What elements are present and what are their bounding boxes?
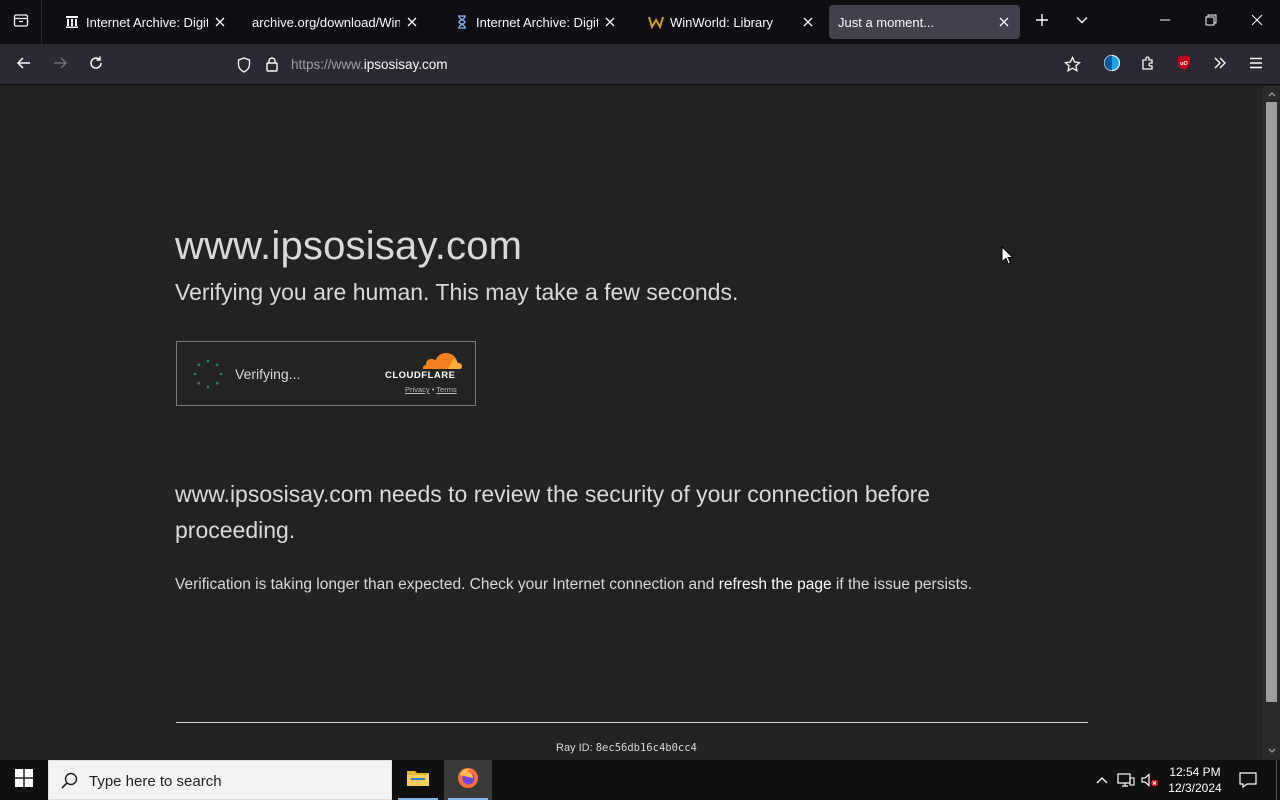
notification-center-icon[interactable] xyxy=(1238,770,1258,790)
list-all-tabs-button[interactable] xyxy=(1068,8,1096,36)
ublock-shield-icon: uO xyxy=(1176,54,1192,76)
tab-title: WinWorld: Library xyxy=(670,14,774,30)
tab-internet-archive-2[interactable]: Internet Archive: Digital Library xyxy=(440,5,626,39)
security-notice: www.ipsosisay.com needs to review the se… xyxy=(175,481,931,543)
ray-id-label: Ray ID: xyxy=(556,742,596,754)
url-scheme: https://www. xyxy=(291,57,364,72)
footer-divider xyxy=(176,722,1088,723)
clock-date: 12/3/2024 xyxy=(1168,781,1222,795)
forward-button[interactable] xyxy=(45,50,75,80)
tab-internet-archive-1[interactable]: Internet Archive: Digital Library xyxy=(50,5,236,39)
verifying-status: Verifying... xyxy=(235,366,301,382)
tab-winworld[interactable]: WinWorld: Library xyxy=(634,5,824,39)
windows-logo-icon xyxy=(15,768,33,792)
close-tab-icon[interactable] xyxy=(996,14,1012,30)
puzzle-piece-icon xyxy=(1140,55,1156,76)
lock-icon[interactable] xyxy=(264,56,280,78)
taskbar-search-box[interactable]: Type here to search xyxy=(48,760,392,800)
delay-text-pre: Verification is taking longer than expec… xyxy=(175,576,719,593)
back-button[interactable] xyxy=(9,50,39,80)
start-button[interactable] xyxy=(0,760,48,800)
double-chevron-right-icon xyxy=(1212,55,1228,76)
cloudflare-brand-text: CLOUDFLARE xyxy=(385,370,456,381)
terms-link[interactable]: Terms xyxy=(436,385,456,394)
url-bar[interactable]: https://www.ipsosisay.com xyxy=(228,49,1094,81)
more-tools-button[interactable] xyxy=(1205,50,1235,80)
verification-delay-message: Verification is taking longer than expec… xyxy=(175,576,972,594)
cloudflare-links: Privacy • Terms xyxy=(405,385,457,394)
close-tab-icon[interactable] xyxy=(404,14,420,30)
arrow-left-icon xyxy=(16,55,32,76)
clock-time: 12:54 PM xyxy=(1169,765,1221,779)
arrow-right-icon xyxy=(52,55,68,76)
loading-spinner-icon xyxy=(193,359,223,389)
chevron-down-icon xyxy=(1075,13,1089,32)
minimize-icon xyxy=(1159,13,1171,31)
close-tab-icon[interactable] xyxy=(800,14,816,30)
page-title: www.ipsosisay.com xyxy=(175,224,523,268)
ray-id: Ray ID: 8ec56db16c4b0cc4 xyxy=(556,742,697,754)
firefox-icon xyxy=(456,766,480,795)
tracking-protection-shield-icon[interactable] xyxy=(236,57,252,78)
archive-building-icon xyxy=(64,14,80,30)
cloudflare-challenge-widget[interactable]: Verifying... CLOUDFLARE Privacy • Terms xyxy=(176,341,476,406)
url-host: ipsosisay.com xyxy=(363,57,448,72)
bookmark-star-icon[interactable] xyxy=(1064,55,1081,78)
file-explorer-taskbar-button[interactable] xyxy=(394,760,442,800)
tab-title: archive.org/download/WinXP xyxy=(252,14,400,30)
ray-id-value: 8ec56db16c4b0cc4 xyxy=(595,742,697,754)
url-text[interactable]: https://www.ipsosisay.com xyxy=(291,57,448,72)
scroll-down-arrow-icon[interactable] xyxy=(1263,744,1280,758)
search-icon xyxy=(61,772,78,794)
mouse-cursor-icon xyxy=(1001,246,1013,265)
close-icon xyxy=(1251,13,1263,31)
link-separator: • xyxy=(431,385,435,394)
close-window-button[interactable] xyxy=(1234,0,1280,44)
windows-taskbar: Type here to search 12:54 PM 12/3/2024 xyxy=(0,760,1280,800)
page-subtitle: Verifying you are human. This may take a… xyxy=(175,279,739,305)
tab-archive-download[interactable]: archive.org/download/WinXP xyxy=(238,5,428,39)
reload-button[interactable] xyxy=(81,50,111,80)
search-placeholder: Type here to search xyxy=(89,773,222,790)
restore-button[interactable] xyxy=(1188,0,1234,44)
close-tab-icon[interactable] xyxy=(212,14,228,30)
new-tab-button[interactable] xyxy=(1028,8,1056,36)
page-scrollbar[interactable] xyxy=(1263,86,1280,760)
tab-list-icon xyxy=(13,12,29,33)
tab-title: Internet Archive: Digital Library xyxy=(86,14,208,30)
scrollbar-thumb[interactable] xyxy=(1266,102,1277,702)
show-desktop-button[interactable] xyxy=(1276,760,1280,800)
tab-title: Just a moment... xyxy=(838,14,935,30)
folder-icon xyxy=(406,768,430,793)
volume-muted-icon[interactable] xyxy=(1140,770,1160,790)
tab-just-a-moment[interactable]: Just a moment... xyxy=(829,5,1020,39)
delay-text-post: if the issue persists. xyxy=(831,576,973,593)
tab-manager-button[interactable] xyxy=(0,0,42,44)
network-icon[interactable] xyxy=(1116,770,1136,790)
tab-strip: Internet Archive: Digital Library archiv… xyxy=(0,0,1280,44)
blue-globe-icon xyxy=(1103,54,1121,77)
scroll-up-arrow-icon[interactable] xyxy=(1263,87,1280,101)
show-hidden-icons-chevron-icon[interactable] xyxy=(1092,770,1112,790)
extensions-button[interactable] xyxy=(1133,50,1163,80)
navigation-toolbar: https://www.ipsosisay.com uO xyxy=(0,44,1280,85)
system-clock[interactable]: 12:54 PM 12/3/2024 xyxy=(1160,764,1230,796)
page-content: www.ipsosisay.com Verifying you are huma… xyxy=(0,86,1263,760)
svg-text:uO: uO xyxy=(1180,61,1188,67)
tab-title: Internet Archive: Digital Library xyxy=(476,14,598,30)
firefox-taskbar-button[interactable] xyxy=(444,760,492,800)
close-tab-icon[interactable] xyxy=(602,14,618,30)
plus-icon xyxy=(1035,13,1049,32)
hamburger-menu-icon xyxy=(1248,55,1264,76)
winworld-w-icon xyxy=(648,14,664,30)
firefox-view-extension-button[interactable] xyxy=(1097,50,1127,80)
minimize-button[interactable] xyxy=(1142,0,1188,44)
refresh-page-link[interactable]: refresh the page xyxy=(719,576,832,593)
app-menu-button[interactable] xyxy=(1241,50,1271,80)
privacy-link[interactable]: Privacy xyxy=(405,385,430,394)
ublock-origin-button[interactable]: uO xyxy=(1169,50,1199,80)
hourglass-icon xyxy=(454,14,470,30)
restore-icon xyxy=(1205,13,1217,31)
reload-icon xyxy=(88,55,104,76)
